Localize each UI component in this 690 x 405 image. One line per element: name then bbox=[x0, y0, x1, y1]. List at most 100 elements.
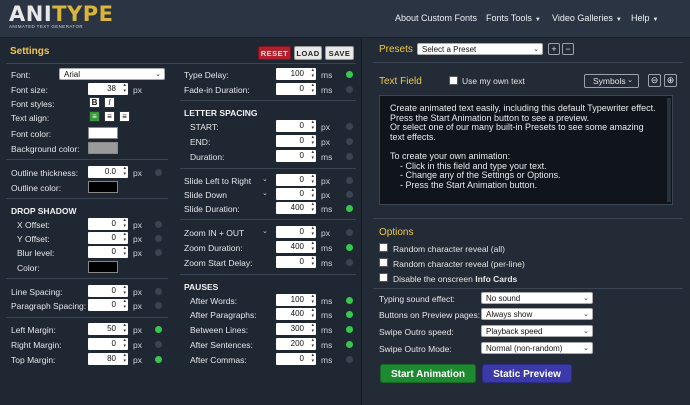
preset-select[interactable]: Select a Preset ⌄ bbox=[417, 43, 543, 55]
status-dot bbox=[155, 302, 162, 309]
slide-left-right-label[interactable]: Slide Left to Right bbox=[184, 176, 251, 186]
outline-color-swatch[interactable] bbox=[88, 181, 118, 193]
status-dot bbox=[346, 244, 353, 251]
status-dot bbox=[155, 235, 162, 242]
logo[interactable]: ANITYPE ANIMATED TEXT GENERATOR bbox=[9, 4, 113, 32]
unit-label: ms bbox=[321, 310, 333, 320]
static-preview-button[interactable]: Static Preview bbox=[482, 364, 572, 383]
ls-duration-stepper[interactable]: 0 bbox=[276, 149, 316, 162]
zoom-duration-stepper[interactable]: 400 bbox=[276, 240, 316, 253]
left-margin-label: Left Margin: bbox=[11, 325, 56, 335]
pauses-heading: PAUSES bbox=[184, 282, 219, 292]
nav-video-galleries[interactable]: Video Galleries ▼ bbox=[552, 13, 622, 23]
after-paragraphs-stepper[interactable]: 400 bbox=[276, 307, 316, 320]
unit-label: px bbox=[133, 287, 142, 297]
paragraph-spacing-stepper[interactable]: 0 bbox=[88, 298, 128, 311]
chevron-down-icon: ▼ bbox=[652, 17, 659, 23]
swipe-speed-select[interactable]: Playback speed ⌄ bbox=[481, 325, 593, 337]
chevron-down-icon[interactable]: ⌄ bbox=[262, 175, 268, 183]
buttons-preview-select[interactable]: Always show ⌄ bbox=[481, 308, 593, 320]
random-all-checkbox[interactable] bbox=[379, 243, 388, 252]
after-words-stepper[interactable]: 100 bbox=[276, 293, 316, 306]
line-spacing-stepper[interactable]: 0 bbox=[88, 284, 128, 297]
align-center-icon[interactable]: ≡ bbox=[104, 111, 115, 122]
start-animation-button[interactable]: Start Animation bbox=[380, 364, 476, 383]
align-right-icon[interactable]: ≡ bbox=[119, 111, 130, 122]
font-styles-label: Font styles: bbox=[11, 99, 55, 109]
load-button[interactable]: LOAD bbox=[294, 46, 322, 60]
after-sentences-stepper[interactable]: 200 bbox=[276, 337, 316, 350]
divider bbox=[373, 62, 683, 63]
symbols-dropdown[interactable]: Symbols ⌄ bbox=[584, 74, 639, 88]
zoom-in-out-label[interactable]: Zoom IN + OUT bbox=[184, 228, 244, 238]
swipe-speed-label: Swipe Outro speed: bbox=[379, 327, 454, 337]
zoom-start-delay-stepper[interactable]: 0 bbox=[276, 255, 316, 268]
random-line-checkbox[interactable] bbox=[379, 258, 388, 267]
slide-down-stepper[interactable]: 0 bbox=[276, 187, 316, 200]
between-lines-stepper[interactable]: 300 bbox=[276, 322, 316, 335]
nav-fonts-tools[interactable]: Fonts Tools ▼ bbox=[486, 13, 541, 23]
align-left-icon[interactable]: ≡ bbox=[89, 111, 100, 122]
font-color-swatch[interactable] bbox=[88, 127, 118, 139]
shadow-color-label: Color: bbox=[17, 263, 40, 273]
blur-level-stepper[interactable]: 0 bbox=[88, 245, 128, 258]
font-select[interactable]: Arial ⌄ bbox=[59, 68, 165, 80]
save-button[interactable]: SAVE bbox=[325, 46, 354, 60]
slide-duration-stepper[interactable]: 400 bbox=[276, 201, 316, 214]
chevron-down-icon: ⌄ bbox=[583, 311, 589, 318]
typing-sound-label: Typing sound effect: bbox=[379, 294, 455, 304]
outline-thickness-label: Outline thickness: bbox=[11, 168, 79, 178]
shadow-color-swatch[interactable] bbox=[88, 261, 118, 273]
reset-button[interactable]: RESET bbox=[258, 46, 291, 60]
zoom-stepper[interactable]: 0 bbox=[276, 225, 316, 238]
top-margin-stepper[interactable]: 80 bbox=[88, 352, 128, 365]
bold-toggle[interactable]: B bbox=[89, 97, 100, 108]
x-offset-stepper[interactable]: 0 bbox=[88, 217, 128, 230]
status-dot bbox=[155, 249, 162, 256]
slide-left-right-stepper[interactable]: 0 bbox=[276, 173, 316, 186]
chevron-down-icon: ⌄ bbox=[583, 295, 589, 302]
slide-down-label[interactable]: Slide Down bbox=[184, 190, 227, 200]
font-size-stepper[interactable]: 38 bbox=[88, 82, 128, 95]
status-dot bbox=[155, 326, 162, 333]
y-offset-stepper[interactable]: 0 bbox=[88, 231, 128, 244]
ls-end-stepper[interactable]: 0 bbox=[276, 134, 316, 147]
background-color-swatch[interactable] bbox=[88, 142, 118, 154]
nav-about-custom-fonts[interactable]: About Custom Fonts bbox=[395, 13, 477, 23]
own-text-checkbox[interactable] bbox=[449, 76, 458, 85]
chevron-down-icon[interactable]: ⌄ bbox=[262, 189, 268, 197]
background-color-label: Background color: bbox=[11, 144, 80, 154]
text-field-input[interactable]: Create animated text easily, including t… bbox=[379, 95, 673, 205]
zoom-in-icon[interactable]: ⊕ bbox=[664, 74, 677, 87]
blur-level-label: Blur level: bbox=[17, 248, 55, 258]
add-preset-button[interactable]: + bbox=[548, 43, 560, 55]
type-delay-stepper[interactable]: 100 bbox=[276, 67, 316, 80]
remove-preset-button[interactable]: − bbox=[562, 43, 574, 55]
unit-label: ms bbox=[321, 152, 333, 162]
y-offset-label: Y Offset: bbox=[17, 234, 50, 244]
chevron-down-icon[interactable]: ⌄ bbox=[262, 227, 268, 235]
typing-sound-select[interactable]: No sound ⌄ bbox=[481, 292, 593, 304]
unit-label: px bbox=[321, 228, 330, 238]
after-commas-stepper[interactable]: 0 bbox=[276, 352, 316, 365]
outline-thickness-stepper[interactable]: 0.0 bbox=[88, 165, 128, 178]
after-paragraphs-label: After Paragraphs: bbox=[190, 310, 257, 320]
ls-start-stepper[interactable]: 0 bbox=[276, 119, 316, 132]
zoom-out-icon[interactable]: ⊖ bbox=[648, 74, 661, 87]
status-dot bbox=[346, 191, 353, 198]
outline-color-label: Outline color: bbox=[11, 183, 62, 193]
right-margin-stepper[interactable]: 0 bbox=[88, 337, 128, 350]
nav-help[interactable]: Help ▼ bbox=[631, 13, 658, 23]
disable-info-cards-checkbox[interactable] bbox=[379, 273, 388, 282]
random-all-label: Random character reveal (all) bbox=[393, 244, 505, 254]
scrollbar[interactable] bbox=[667, 98, 671, 202]
unit-label: ms bbox=[321, 85, 333, 95]
left-margin-stepper[interactable]: 50 bbox=[88, 322, 128, 335]
unit-label: px bbox=[321, 176, 330, 186]
swipe-mode-select[interactable]: Normal (non-random) ⌄ bbox=[481, 342, 593, 354]
status-dot bbox=[346, 341, 353, 348]
status-dot bbox=[155, 169, 162, 176]
italic-toggle[interactable]: I bbox=[104, 97, 115, 108]
buttons-preview-label: Buttons on Preview pages: bbox=[379, 310, 481, 320]
fade-in-stepper[interactable]: 0 bbox=[276, 82, 316, 95]
